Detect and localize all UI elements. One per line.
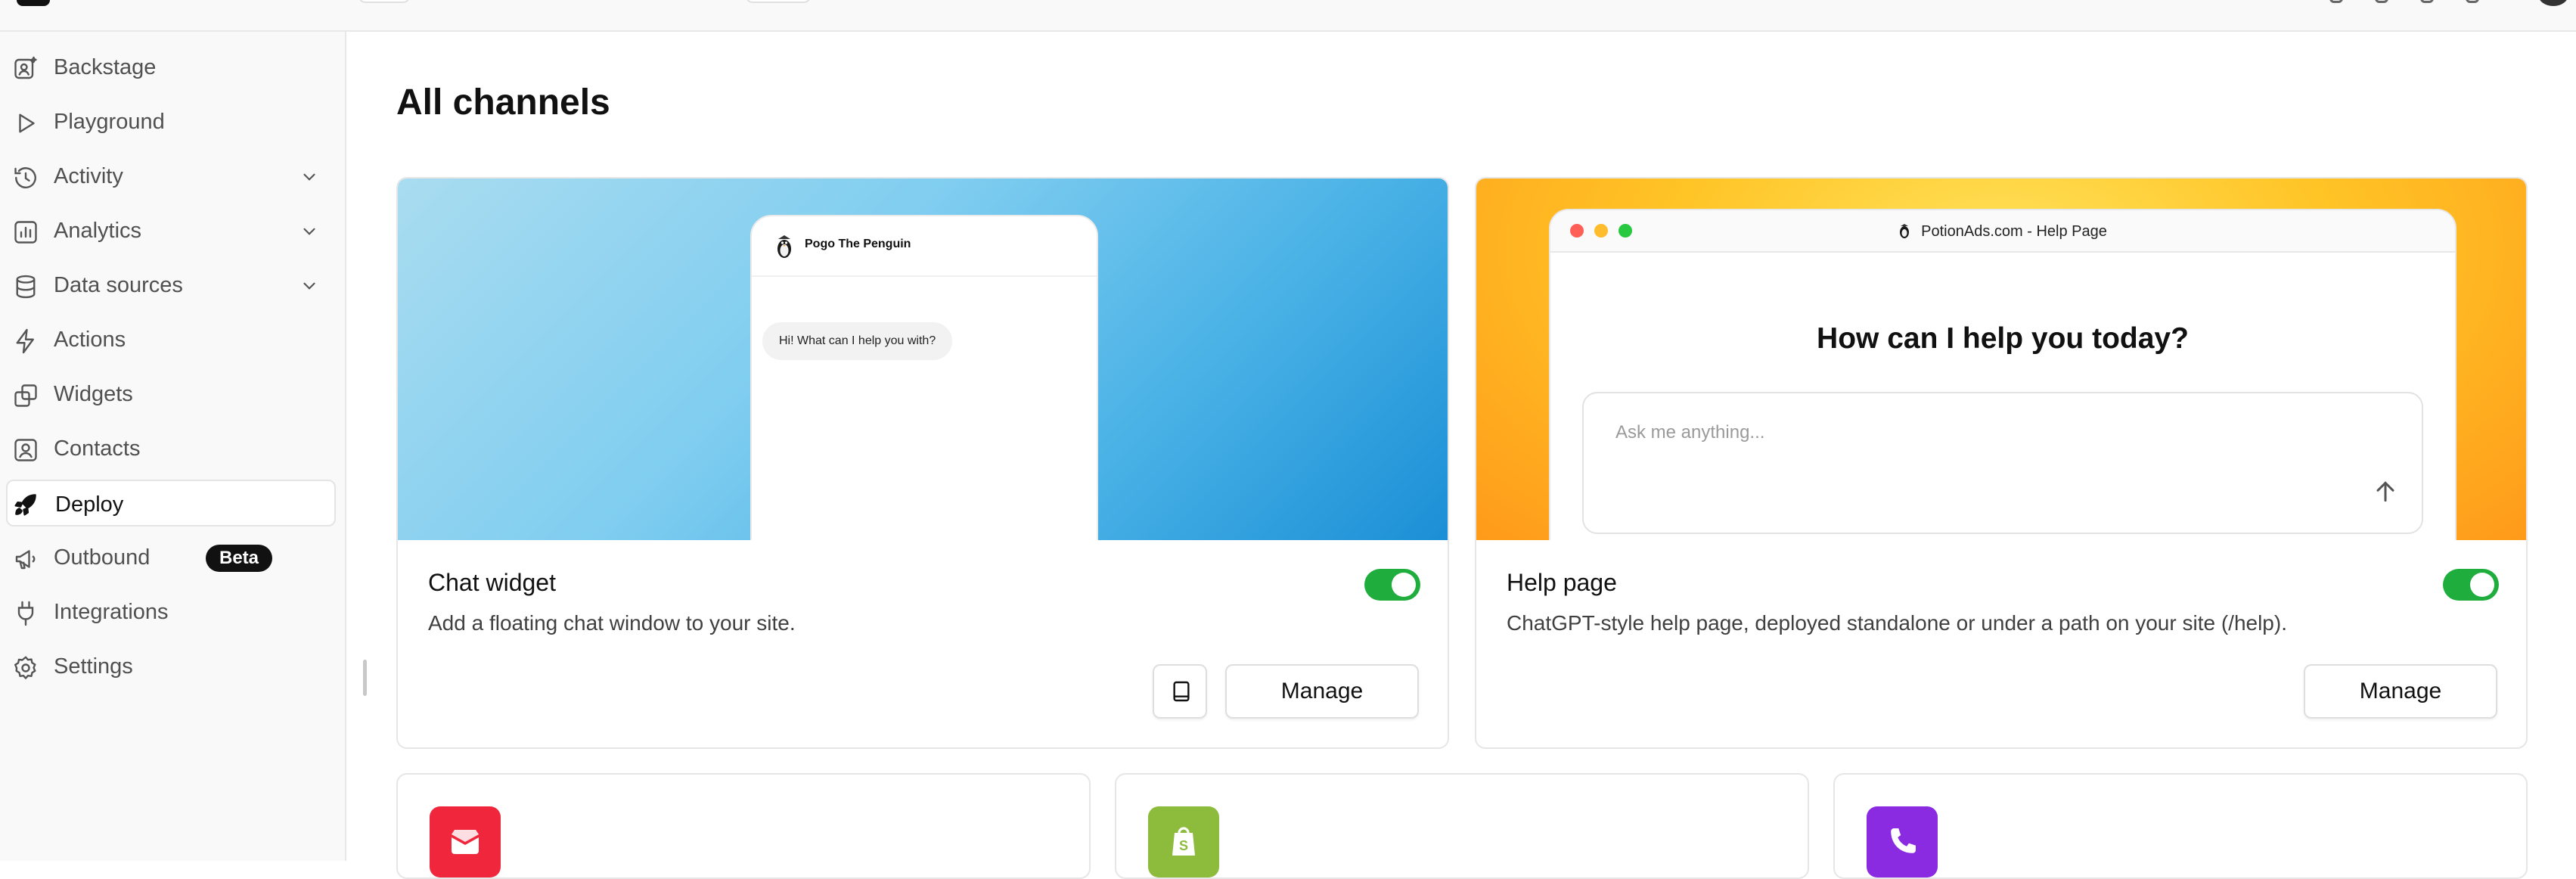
sidebar-item-deploy[interactable]: Deploy: [6, 480, 336, 526]
chat-widget-toggle[interactable]: [1364, 569, 1420, 601]
bar-chart-icon: [12, 219, 39, 246]
rocket-icon: [12, 491, 39, 518]
widgets-icon: [12, 382, 39, 409]
sidebar-item-label: Playground: [54, 110, 165, 134]
gear-icon: [12, 654, 39, 682]
agent-switcher[interactable]: [746, 0, 811, 3]
user-avatar[interactable]: [2538, 0, 2568, 6]
email-channel-card[interactable]: [396, 773, 1091, 879]
shopify-icon: S: [1148, 806, 1219, 877]
chat-widget-card: Pogo The Penguin Hi! What can I help you…: [396, 177, 1449, 749]
card-title: Chat widget: [428, 569, 556, 596]
sidebar-item-data-sources[interactable]: Data sources: [6, 262, 336, 309]
book-icon: [1173, 681, 1190, 702]
docs-icon[interactable]: [2375, 0, 2388, 3]
sidebar-item-label: Activity: [54, 164, 123, 188]
contact-icon: [12, 436, 39, 464]
theme-icon[interactable]: [2466, 0, 2479, 3]
sidebar-item-label: Actions: [54, 328, 126, 352]
help-page-toggle[interactable]: [2443, 569, 2499, 601]
sidebar-item-label: Backstage: [54, 55, 157, 79]
user-star-icon: [12, 55, 39, 82]
penguin-favicon-icon: [1898, 213, 1910, 238]
megaphone-icon: [12, 545, 39, 573]
manage-button[interactable]: Manage: [1225, 664, 1419, 719]
chat-window-preview: Pogo The Penguin Hi! What can I help you…: [750, 215, 1098, 540]
sidebar-item-integrations[interactable]: Integrations: [6, 589, 336, 635]
sidebar-item-label: Contacts: [54, 436, 141, 461]
email-icon: [430, 806, 501, 877]
svg-text:S: S: [1179, 838, 1188, 853]
bot-name: Pogo The Penguin: [805, 238, 911, 250]
top-bar: [0, 0, 2576, 32]
sidebar-item-actions[interactable]: Actions: [6, 316, 336, 363]
penguin-avatar-icon: [774, 235, 794, 259]
arrow-up-icon: [2370, 477, 2401, 507]
shopify-channel-card[interactable]: S: [1115, 773, 1809, 879]
help-icon[interactable]: [2329, 0, 2343, 3]
sidebar-item-label: Outbound: [54, 545, 151, 570]
card-description: Add a floating chat window to your site.: [428, 611, 796, 635]
chevron-down-icon[interactable]: [299, 222, 319, 241]
sidebar-resize-handle[interactable]: [363, 660, 367, 696]
sidebar-item-outbound[interactable]: Outbound Beta: [6, 534, 336, 581]
help-page-preview: PotionAds.com - Help Page How can I help…: [1476, 179, 2526, 540]
card-title: Help page: [1507, 569, 1617, 596]
card-description: ChatGPT-style help page, deployed standa…: [1507, 611, 2287, 635]
history-icon: [12, 164, 39, 191]
greeting-bubble: Hi! What can I help you with?: [762, 322, 953, 360]
manage-button[interactable]: Manage: [2304, 664, 2497, 719]
sidebar-item-widgets[interactable]: Widgets: [6, 371, 336, 418]
phone-channel-card[interactable]: [1833, 773, 2528, 879]
lightning-icon: [12, 328, 39, 355]
page-title: All channels: [396, 82, 610, 123]
play-icon: [12, 110, 39, 137]
chat-header: Pogo The Penguin: [752, 216, 1097, 277]
sidebar-item-contacts[interactable]: Contacts: [6, 425, 336, 472]
chat-widget-preview: Pogo The Penguin Hi! What can I help you…: [398, 179, 1448, 540]
help-heading: How can I help you today?: [1817, 322, 2189, 355]
sidebar-item-label: Analytics: [54, 219, 142, 243]
sidebar-item-label: Settings: [54, 654, 133, 679]
sidebar-item-analytics[interactable]: Analytics: [6, 207, 336, 254]
app-logo[interactable]: [17, 0, 50, 6]
sidebar-item-activity[interactable]: Activity: [6, 153, 336, 200]
browser-title-bar: PotionAds.com - Help Page: [1550, 210, 2455, 253]
database-icon: [12, 273, 39, 300]
toggle-knob: [2470, 573, 2494, 597]
beta-badge: Beta: [206, 545, 273, 572]
sidebar: Backstage Playground Activity Analytics …: [0, 32, 346, 861]
plug-icon: [12, 600, 39, 627]
workspace-switcher[interactable]: [358, 0, 410, 3]
ask-placeholder: Ask me anything...: [1615, 422, 1765, 443]
browser-title: PotionAds.com - Help Page: [1921, 223, 2107, 240]
sidebar-item-label: Integrations: [54, 600, 169, 624]
browser-window-preview: PotionAds.com - Help Page How can I help…: [1549, 209, 2457, 540]
docs-button[interactable]: [1153, 664, 1207, 719]
sidebar-item-label: Data sources: [54, 273, 183, 297]
help-page-card: PotionAds.com - Help Page How can I help…: [1475, 177, 2528, 749]
toggle-knob: [1392, 573, 1416, 597]
sidebar-item-playground[interactable]: Playground: [6, 98, 336, 145]
notifications-icon[interactable]: [2420, 0, 2434, 3]
sidebar-item-settings[interactable]: Settings: [6, 643, 336, 690]
chevron-down-icon[interactable]: [299, 167, 319, 187]
chevron-down-icon[interactable]: [299, 276, 319, 296]
sidebar-item-backstage[interactable]: Backstage: [6, 44, 336, 91]
browser-title-wrap: PotionAds.com - Help Page: [1550, 210, 2455, 253]
sidebar-item-label: Widgets: [54, 382, 133, 406]
ask-input-preview: Ask me anything...: [1582, 392, 2423, 534]
phone-icon: [1867, 806, 1938, 877]
sidebar-item-label: Deploy: [55, 492, 124, 517]
